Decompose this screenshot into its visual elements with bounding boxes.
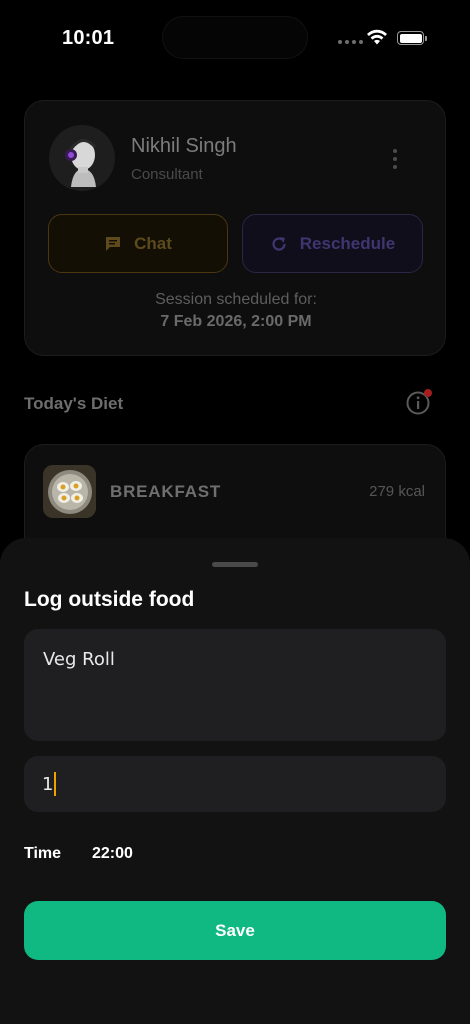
- food-name-input[interactable]: Veg Roll: [24, 629, 446, 741]
- food-name-value: Veg Roll: [43, 649, 115, 670]
- meal-name: BREAKFAST: [110, 482, 222, 501]
- meal-calories: 279 kcal: [369, 483, 425, 500]
- more-options-icon[interactable]: [387, 149, 403, 169]
- sheet-title: Log outside food: [24, 588, 195, 611]
- consultant-role: Consultant: [131, 166, 203, 183]
- sheet-drag-handle[interactable]: [212, 562, 258, 567]
- consultant-name: Nikhil Singh: [131, 135, 237, 157]
- reschedule-button[interactable]: Reschedule: [242, 214, 423, 273]
- section-title: Today's Diet: [24, 394, 124, 413]
- quantity-value: 1: [42, 773, 54, 795]
- log-food-sheet: Log outside food Veg Roll 1 Time 22:00 S…: [0, 538, 470, 1024]
- quantity-input[interactable]: 1: [24, 756, 446, 812]
- notification-dot: [424, 389, 432, 397]
- time-picker[interactable]: 22:00: [92, 845, 133, 863]
- avatar: [49, 125, 115, 191]
- refresh-icon: [272, 236, 286, 251]
- text-cursor: [54, 772, 57, 796]
- chat-label: Chat: [134, 233, 172, 253]
- chat-button[interactable]: Chat: [48, 214, 228, 273]
- reschedule-label: Reschedule: [299, 233, 396, 253]
- meal-thumbnail: [43, 465, 96, 518]
- chat-icon: [106, 236, 121, 251]
- save-button[interactable]: Save: [24, 901, 446, 960]
- consultant-card: Nikhil Singh Consultant Chat Reschedule …: [24, 100, 446, 356]
- time-label: Time: [24, 845, 62, 862]
- session-datetime: 7 Feb 2026, 2:00 PM: [160, 313, 312, 330]
- session-label: Session scheduled for:: [155, 291, 317, 308]
